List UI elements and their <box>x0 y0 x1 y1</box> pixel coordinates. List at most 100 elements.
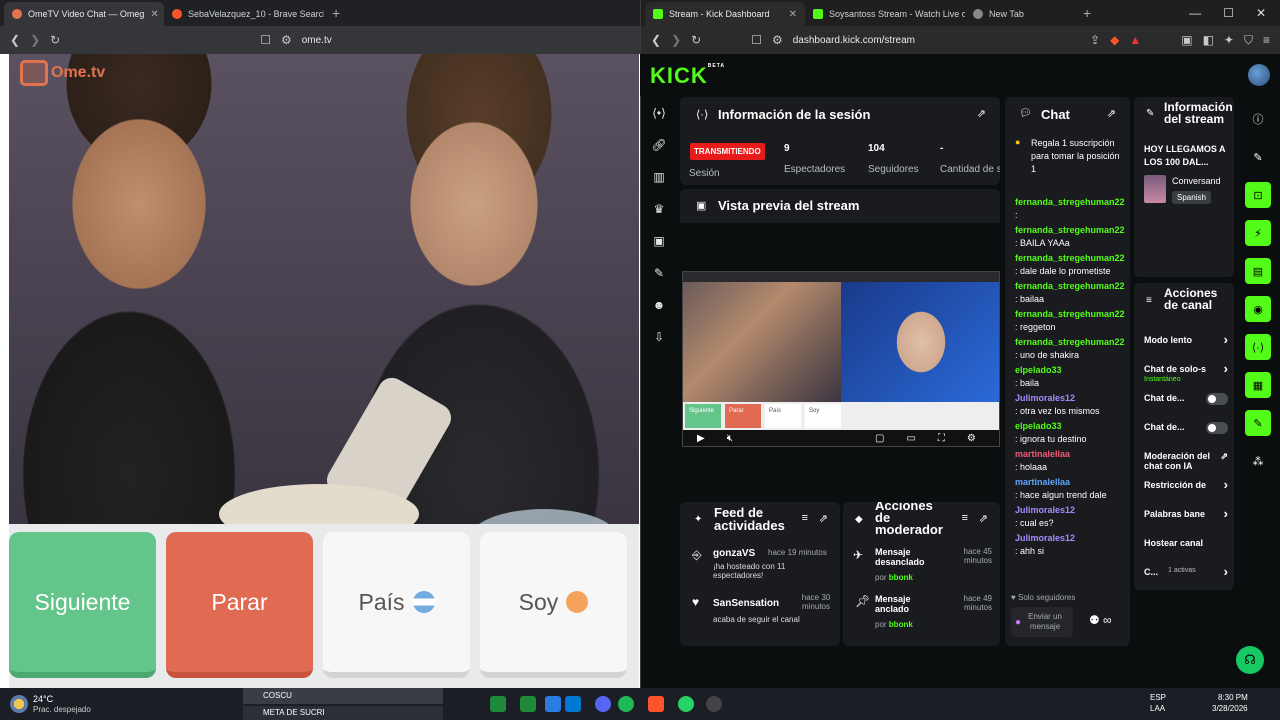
play-icon[interactable]: ▶ <box>697 433 705 444</box>
vpn-icon[interactable]: ⛉ <box>1244 33 1253 48</box>
emote-icon[interactable]: ⚉ <box>1089 613 1100 627</box>
brave-rewards-icon[interactable]: ▲ <box>1129 33 1141 47</box>
mod-user[interactable]: bbonk <box>889 620 913 629</box>
close-icon[interactable]: ✕ <box>150 9 158 20</box>
popout-icon[interactable]: ⇗ <box>977 107 986 120</box>
feed-user[interactable]: SanSensation <box>713 598 779 609</box>
chat-username[interactable]: fernanda_stregehuman22 <box>1015 281 1125 291</box>
url-field[interactable]: dashboard.kick.com/stream <box>793 35 915 46</box>
filter-icon[interactable]: ≡ <box>802 512 808 524</box>
chat-message[interactable]: fernanda_stregehuman22: uno de shakira <box>1015 335 1127 363</box>
chat-username[interactable]: Julimorales12 <box>1015 505 1075 515</box>
wallet-icon[interactable]: ◧ <box>1203 33 1214 47</box>
chat-username[interactable]: fernanda_stregehuman22 <box>1015 337 1125 347</box>
chevron-right-icon[interactable]: › <box>1224 477 1228 492</box>
windows-icon[interactable] <box>565 696 581 712</box>
notes-icon[interactable]: ▤ <box>1245 258 1271 284</box>
wrench-icon[interactable]: ✎ <box>650 264 668 282</box>
settings-icon[interactable]: ⚙ <box>967 433 976 444</box>
channel-action-item[interactable]: Chat de solo-s Instantáneo › <box>1144 361 1234 393</box>
leo-icon[interactable]: ✦ <box>1224 33 1234 47</box>
chat-message[interactable]: fernanda_stregehuman22: dale dale lo pro… <box>1015 251 1127 279</box>
chat-username[interactable]: fernanda_stregehuman22 <box>1015 225 1125 235</box>
chat-username[interactable]: fernanda_stregehuman22 <box>1015 309 1125 319</box>
tab-brave-search[interactable]: SebaVelazquez_10 - Brave Search <box>164 2 324 26</box>
popout-icon[interactable]: ⇗ <box>1220 451 1228 462</box>
discord-icon[interactable] <box>595 696 611 712</box>
reload-icon[interactable]: ↻ <box>50 33 60 47</box>
chevron-right-icon[interactable]: › <box>1224 361 1228 376</box>
brave-icon[interactable] <box>648 696 664 712</box>
next-button[interactable]: Siguiente <box>9 532 156 678</box>
fullscreen-icon[interactable]: ⛶ <box>938 433 945 444</box>
tab-new[interactable]: New Tab <box>965 2 1075 26</box>
new-tab-icon[interactable]: + <box>324 5 348 21</box>
preview-player[interactable]: Siguiente Parar País Soy ▶ 🔇︎ ▢ ▭ ⛶ ⚙ <box>682 271 1000 447</box>
close-window-icon[interactable]: ✕ <box>1256 6 1266 20</box>
clock-time[interactable]: 8:30 PM <box>1218 693 1248 702</box>
chat-message[interactable]: fernanda_stregehuman22: reggeton <box>1015 307 1127 335</box>
popout-icon[interactable]: ⇗ <box>819 512 828 525</box>
minimize-icon[interactable]: — <box>1189 6 1201 20</box>
theater-icon[interactable]: ▭ <box>906 433 915 444</box>
forward-icon[interactable]: ❯ <box>30 33 40 47</box>
clip-icon[interactable]: ⊡ <box>1245 182 1271 208</box>
lightning-icon[interactable]: ⚡︎ <box>1245 220 1271 246</box>
users-icon[interactable]: ☻ <box>650 296 668 314</box>
chat-message[interactable]: Julimorales12: otra vez los mismos <box>1015 391 1127 419</box>
toggle-switch[interactable] <box>1206 422 1228 434</box>
chat-message[interactable]: elpelado33: ignora tu destino <box>1015 419 1127 447</box>
wrench-icon[interactable]: ✎ <box>1245 410 1271 436</box>
avatar[interactable] <box>1248 64 1270 86</box>
chat-username[interactable]: Julimorales12 <box>1015 393 1075 403</box>
site-info-icon[interactable]: ⚙ <box>281 33 292 47</box>
bookmark-icon[interactable]: ☐ <box>751 33 762 47</box>
info-icon[interactable]: ⓘ <box>1245 106 1271 132</box>
toggle-switch[interactable] <box>1206 393 1228 405</box>
chat-username[interactable]: Julimorales12 <box>1015 533 1075 543</box>
trophy-icon[interactable]: ♛ <box>650 200 668 218</box>
chat-username[interactable]: fernanda_stregehuman22 <box>1015 253 1125 263</box>
back-icon[interactable]: ❮ <box>10 33 20 47</box>
clip-icon[interactable]: ▢ <box>875 433 884 444</box>
kick-logo[interactable]: KICKBETA <box>650 63 725 89</box>
chat-message[interactable]: fernanda_stregehuman22: BAILA YAAa <box>1015 223 1127 251</box>
search-icon[interactable] <box>545 696 561 712</box>
sidebar-toggle-icon[interactable]: ▣ <box>1181 33 1192 47</box>
stream-item-2[interactable]: META DE SUCRI <box>243 706 443 720</box>
tab-soysantoss[interactable]: Soysantoss Stream - Watch Live on K <box>805 2 965 26</box>
chevron-right-icon[interactable]: › <box>1224 564 1228 579</box>
video-icon[interactable]: ▣ <box>650 232 668 250</box>
mute-icon[interactable]: 🔇︎ <box>727 433 733 444</box>
gender-button[interactable]: Soy <box>480 532 627 678</box>
channel-action-item[interactable]: Chat de... <box>1144 422 1234 451</box>
analytics-icon[interactable]: ▥ <box>650 168 668 186</box>
chevron-right-icon[interactable]: › <box>1224 332 1228 347</box>
whatsapp-icon[interactable] <box>678 696 694 712</box>
chat-username[interactable]: martinalellaa <box>1015 477 1070 487</box>
chat-username[interactable]: martinalellaa <box>1015 449 1070 459</box>
site-info-icon[interactable]: ⚙ <box>772 33 783 47</box>
infinity-icon[interactable]: ∞ <box>1103 613 1112 627</box>
popout-icon[interactable]: ⇗ <box>1107 107 1116 120</box>
brave-shields-icon[interactable]: ◆ <box>1110 33 1119 47</box>
channel-action-item[interactable]: Moderación del chat con IA ⇗ <box>1144 451 1234 480</box>
chat-message[interactable]: Julimorales12: ahh si <box>1015 531 1127 559</box>
chevron-right-icon[interactable]: › <box>1224 506 1228 521</box>
close-icon[interactable]: ✕ <box>789 9 797 20</box>
channel-action-item[interactable]: Palabras bane › <box>1144 506 1234 538</box>
back-icon[interactable]: ❮ <box>651 33 661 47</box>
menu-icon[interactable]: ≡ <box>1263 33 1270 47</box>
chat-message[interactable]: elpelado33: baila <box>1015 363 1127 391</box>
chat-username[interactable]: elpelado33 <box>1015 365 1062 375</box>
tab-ometv[interactable]: OmeTV Video Chat — Omeg ✕ <box>4 2 164 26</box>
chat-username[interactable]: elpelado33 <box>1015 421 1062 431</box>
chat-input[interactable]: ● Enviar un mensaje <box>1011 607 1073 637</box>
maximize-icon[interactable]: ☐ <box>1223 6 1234 20</box>
clock-date[interactable]: 3/28/2026 <box>1212 704 1248 713</box>
reload-icon[interactable]: ↻ <box>691 33 701 47</box>
keyboard-layout[interactable]: LAA <box>1150 704 1165 713</box>
forward-icon[interactable]: ❯ <box>671 33 681 47</box>
chat-message[interactable]: fernanda_stregehuman22: <box>1015 195 1127 223</box>
new-tab-icon[interactable]: + <box>1075 5 1099 21</box>
